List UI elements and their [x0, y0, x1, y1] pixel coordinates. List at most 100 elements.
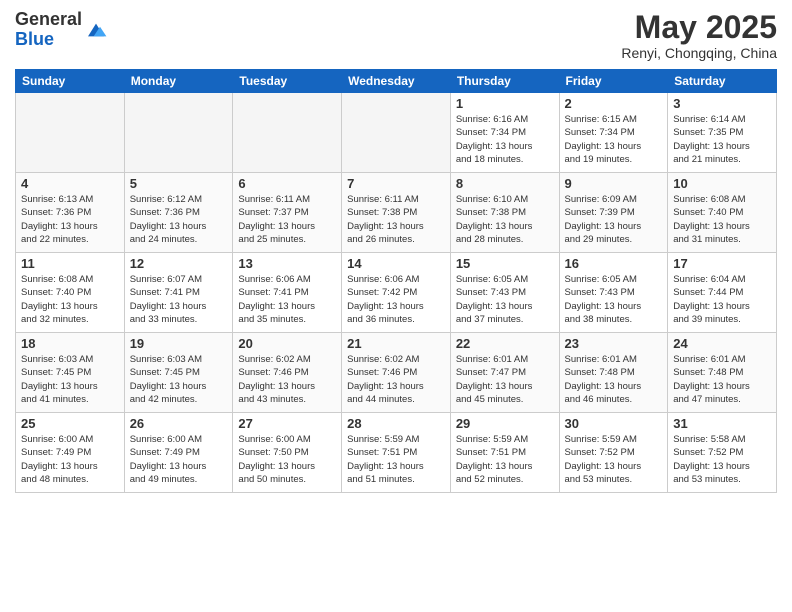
day-number: 15 — [456, 256, 554, 271]
day-cell: 19Sunrise: 6:03 AM Sunset: 7:45 PM Dayli… — [124, 333, 233, 413]
logo-icon — [84, 18, 108, 42]
day-cell: 15 Sunrise: 6:05 AM Sunset: 7:43 PM Dayli… — [450, 253, 559, 333]
day-number: 20 — [238, 336, 336, 351]
logo: General Blue — [15, 10, 108, 50]
weekday-header-friday: Friday — [559, 70, 668, 93]
logo-general: General — [15, 9, 82, 29]
day-info: Sunrise: 6:06 AM Sunset: 7:42 PM Dayligh… — [347, 273, 445, 326]
day-cell — [233, 93, 342, 173]
day-number: 9 — [565, 176, 663, 191]
day-cell: 4 Sunrise: 6:13 AM Sunset: 7:36 PM Daylig… — [16, 173, 125, 253]
day-number: 11 — [21, 256, 119, 271]
day-number: 21 — [347, 336, 445, 351]
day-cell: 29 Sunrise: 5:59 AM Sunset: 7:51 PM Dayli… — [450, 413, 559, 493]
weekday-header-monday: Monday — [124, 70, 233, 93]
day-cell: 30 Sunrise: 5:59 AM Sunset: 7:52 PM Dayli… — [559, 413, 668, 493]
day-number: 31 — [673, 416, 771, 431]
day-cell: 12 Sunrise: 6:07 AM Sunset: 7:41 PM Dayli… — [124, 253, 233, 333]
day-number: 23 — [565, 336, 663, 351]
day-cell: 26 Sunrise: 6:00 AM Sunset: 7:49 PM Dayli… — [124, 413, 233, 493]
day-info: Sunrise: 5:59 AM Sunset: 7:52 PM Dayligh… — [565, 433, 663, 486]
page-header: General Blue May 2025 Renyi, Chongqing, … — [15, 10, 777, 61]
day-cell: 16Sunrise: 6:05 AM Sunset: 7:43 PM Dayli… — [559, 253, 668, 333]
week-row-1: 1 Sunrise: 6:16 AM Sunset: 7:34 PM Daylig… — [16, 93, 777, 173]
weekday-header-sunday: Sunday — [16, 70, 125, 93]
day-number: 26 — [130, 416, 228, 431]
day-cell: 28 Sunrise: 5:59 AM Sunset: 7:51 PM Dayli… — [342, 413, 451, 493]
day-info: Sunrise: 6:08 AM Sunset: 7:40 PM Dayligh… — [673, 193, 771, 246]
day-cell: 27 Sunrise: 6:00 AM Sunset: 7:50 PM Dayli… — [233, 413, 342, 493]
day-number: 19 — [130, 336, 228, 351]
weekday-header-wednesday: Wednesday — [342, 70, 451, 93]
day-info: Sunrise: 6:12 AM Sunset: 7:36 PM Dayligh… — [130, 193, 228, 246]
day-info: Sunrise: 6:14 AM Sunset: 7:35 PM Dayligh… — [673, 113, 771, 166]
day-cell — [124, 93, 233, 173]
day-info: Sunrise: 6:01 AM Sunset: 7:48 PM Dayligh… — [565, 353, 663, 406]
weekday-header-saturday: Saturday — [668, 70, 777, 93]
day-info: Sunrise: 5:59 AM Sunset: 7:51 PM Dayligh… — [456, 433, 554, 486]
day-number: 12 — [130, 256, 228, 271]
day-number: 29 — [456, 416, 554, 431]
day-number: 25 — [21, 416, 119, 431]
day-cell: 23 Sunrise: 6:01 AM Sunset: 7:48 PM Dayli… — [559, 333, 668, 413]
week-row-2: 4 Sunrise: 6:13 AM Sunset: 7:36 PM Daylig… — [16, 173, 777, 253]
day-number: 14 — [347, 256, 445, 271]
day-cell: 8 Sunrise: 6:10 AM Sunset: 7:38 PM Daylig… — [450, 173, 559, 253]
day-cell: 17 Sunrise: 6:04 AM Sunset: 7:44 PM Dayli… — [668, 253, 777, 333]
day-number: 30 — [565, 416, 663, 431]
day-info: Sunrise: 5:59 AM Sunset: 7:51 PM Dayligh… — [347, 433, 445, 486]
day-cell: 21 Sunrise: 6:02 AM Sunset: 7:46 PM Dayli… — [342, 333, 451, 413]
day-cell: 10 Sunrise: 6:08 AM Sunset: 7:40 PM Dayli… — [668, 173, 777, 253]
calendar-table: SundayMondayTuesdayWednesdayThursdayFrid… — [15, 69, 777, 493]
day-info: Sunrise: 6:10 AM Sunset: 7:38 PM Dayligh… — [456, 193, 554, 246]
day-cell: 1 Sunrise: 6:16 AM Sunset: 7:34 PM Daylig… — [450, 93, 559, 173]
day-cell: 3 Sunrise: 6:14 AM Sunset: 7:35 PM Daylig… — [668, 93, 777, 173]
day-cell: 6Sunrise: 6:11 AM Sunset: 7:37 PM Daylig… — [233, 173, 342, 253]
title-block: May 2025 Renyi, Chongqing, China — [621, 10, 777, 61]
logo-blue: Blue — [15, 29, 54, 49]
day-cell: 7Sunrise: 6:11 AM Sunset: 7:38 PM Daylig… — [342, 173, 451, 253]
day-info: Sunrise: 6:13 AM Sunset: 7:36 PM Dayligh… — [21, 193, 119, 246]
day-number: 24 — [673, 336, 771, 351]
week-row-4: 18Sunrise: 6:03 AM Sunset: 7:45 PM Dayli… — [16, 333, 777, 413]
day-cell — [342, 93, 451, 173]
day-info: Sunrise: 6:04 AM Sunset: 7:44 PM Dayligh… — [673, 273, 771, 326]
day-number: 1 — [456, 96, 554, 111]
day-cell: 11 Sunrise: 6:08 AM Sunset: 7:40 PM Dayli… — [16, 253, 125, 333]
day-info: Sunrise: 6:06 AM Sunset: 7:41 PM Dayligh… — [238, 273, 336, 326]
day-info: Sunrise: 6:01 AM Sunset: 7:47 PM Dayligh… — [456, 353, 554, 406]
day-info: Sunrise: 6:09 AM Sunset: 7:39 PM Dayligh… — [565, 193, 663, 246]
day-cell: 22 Sunrise: 6:01 AM Sunset: 7:47 PM Dayli… — [450, 333, 559, 413]
day-number: 4 — [21, 176, 119, 191]
month-title: May 2025 — [621, 10, 777, 45]
day-info: Sunrise: 6:02 AM Sunset: 7:46 PM Dayligh… — [347, 353, 445, 406]
day-info: Sunrise: 6:02 AM Sunset: 7:46 PM Dayligh… — [238, 353, 336, 406]
day-number: 17 — [673, 256, 771, 271]
location: Renyi, Chongqing, China — [621, 45, 777, 61]
day-info: Sunrise: 6:16 AM Sunset: 7:34 PM Dayligh… — [456, 113, 554, 166]
day-info: Sunrise: 6:00 AM Sunset: 7:49 PM Dayligh… — [130, 433, 228, 486]
day-cell: 20 Sunrise: 6:02 AM Sunset: 7:46 PM Dayli… — [233, 333, 342, 413]
week-row-5: 25 Sunrise: 6:00 AM Sunset: 7:49 PM Dayli… — [16, 413, 777, 493]
day-info: Sunrise: 6:07 AM Sunset: 7:41 PM Dayligh… — [130, 273, 228, 326]
day-cell: 14 Sunrise: 6:06 AM Sunset: 7:42 PM Dayli… — [342, 253, 451, 333]
day-cell — [16, 93, 125, 173]
day-info: Sunrise: 6:00 AM Sunset: 7:49 PM Dayligh… — [21, 433, 119, 486]
day-cell: 25 Sunrise: 6:00 AM Sunset: 7:49 PM Dayli… — [16, 413, 125, 493]
day-number: 28 — [347, 416, 445, 431]
day-info: Sunrise: 6:08 AM Sunset: 7:40 PM Dayligh… — [21, 273, 119, 326]
day-number: 22 — [456, 336, 554, 351]
day-info: Sunrise: 5:58 AM Sunset: 7:52 PM Dayligh… — [673, 433, 771, 486]
day-number: 13 — [238, 256, 336, 271]
day-cell: 5 Sunrise: 6:12 AM Sunset: 7:36 PM Daylig… — [124, 173, 233, 253]
day-number: 8 — [456, 176, 554, 191]
day-number: 5 — [130, 176, 228, 191]
day-number: 3 — [673, 96, 771, 111]
day-number: 10 — [673, 176, 771, 191]
day-cell: 18Sunrise: 6:03 AM Sunset: 7:45 PM Dayli… — [16, 333, 125, 413]
day-cell: 9 Sunrise: 6:09 AM Sunset: 7:39 PM Daylig… — [559, 173, 668, 253]
day-info: Sunrise: 6:05 AM Sunset: 7:43 PM Dayligh… — [456, 273, 554, 326]
day-info: Sunrise: 6:05 AM Sunset: 7:43 PM Dayligh… — [565, 273, 663, 326]
day-number: 27 — [238, 416, 336, 431]
day-info: Sunrise: 6:00 AM Sunset: 7:50 PM Dayligh… — [238, 433, 336, 486]
